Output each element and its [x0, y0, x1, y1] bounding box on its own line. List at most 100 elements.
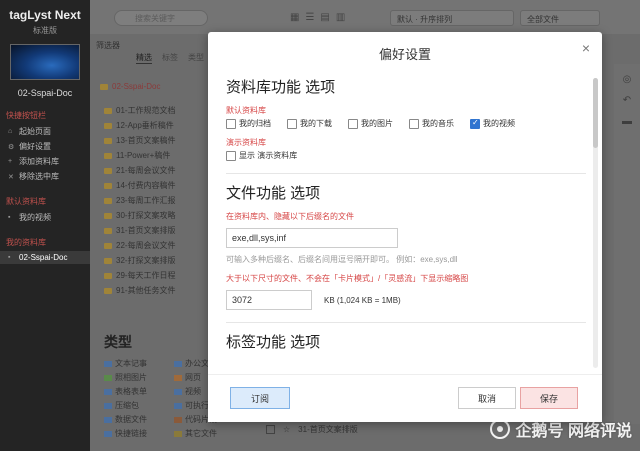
grid-view-icon[interactable]: ▦: [290, 12, 299, 23]
folder-root[interactable]: 02-Sspai-Doc: [100, 82, 204, 91]
subscribe-button[interactable]: 订阅: [230, 387, 290, 409]
type-item[interactable]: 数据文件: [104, 414, 174, 425]
default-library-options: 我的归档 我的下载 我的图片 我的音乐 我的视频: [226, 118, 596, 129]
data-file-icon: [104, 416, 112, 423]
cancel-button[interactable]: 取消: [458, 387, 516, 409]
search-input[interactable]: 搜索关键字: [114, 10, 208, 26]
folder-item[interactable]: 12-App垂析稿件: [100, 118, 204, 133]
home-icon: ⌂: [8, 128, 13, 135]
tab-tags[interactable]: 标签: [162, 52, 178, 64]
text-note-icon: [104, 360, 112, 367]
list-view-icon[interactable]: ☰: [305, 12, 314, 23]
checkbox-my-downloads[interactable]: 我的下载: [287, 118, 332, 129]
office-doc-icon: [174, 360, 182, 367]
checkbox-box[interactable]: [226, 118, 236, 129]
card-view-icon[interactable]: ▤: [320, 12, 329, 23]
app-sidebar: tagLyst Next 标准版 02-Sspai-Doc 快捷按钮栏 ⌂ 起始页…: [0, 0, 90, 451]
folder-item[interactable]: 31-首页文案排版: [100, 223, 204, 238]
sidebar-item-remove-library[interactable]: ✕ 移除选中库: [0, 169, 90, 184]
type-item[interactable]: 文本记事: [104, 358, 174, 369]
preferences-dialog: 偏好设置 × 资料库功能 选项 默认资料库 我的归档 我的下载 我的图片 我的音…: [208, 32, 602, 422]
type-item[interactable]: 照相图片: [104, 372, 174, 383]
file-section-heading: 文件功能 选项: [226, 185, 321, 202]
folder-item[interactable]: 01-工作规范文档: [100, 103, 204, 118]
save-button[interactable]: 保存: [520, 387, 578, 409]
thumbnail-size-row: 3072 KB (1,024 KB = 1MB): [226, 290, 596, 310]
library-thumbnail[interactable]: [10, 44, 80, 80]
tab-featured[interactable]: 精选: [136, 52, 152, 64]
scrollbar-thumb[interactable]: [593, 78, 598, 148]
type-item[interactable]: 快捷链接: [104, 428, 174, 439]
gear-icon: ⚙: [8, 143, 15, 151]
checkbox-box[interactable]: [226, 150, 236, 161]
filter-tabs: 精选 标签 类型: [136, 52, 204, 64]
close-icon[interactable]: ×: [582, 40, 590, 56]
checkbox-box[interactable]: [348, 118, 358, 129]
checkbox-box-checked[interactable]: [470, 118, 480, 129]
checkbox-my-archive[interactable]: 我的归档: [226, 118, 271, 129]
types-heading: 类型: [104, 334, 132, 350]
folder-item[interactable]: 21-每周会议文件: [100, 163, 204, 178]
sort-dropdown[interactable]: 默认 · 升序排列: [390, 10, 514, 26]
folder-icon: [104, 137, 112, 144]
folder-item[interactable]: 13-首页文案稿件: [100, 133, 204, 148]
filter-title: 筛选器: [96, 41, 120, 50]
view-mode-icons: ▦ ☰ ▤ ▥: [290, 12, 345, 23]
checkbox-show-demo-library[interactable]: 显示 演示资料库: [226, 150, 297, 161]
type-item[interactable]: 其它文件: [174, 428, 224, 439]
folder-icon: [100, 83, 108, 90]
sidebar-item-preferences[interactable]: ⚙ 偏好设置: [0, 139, 90, 154]
library-icon: ▪: [8, 254, 11, 261]
checkbox-box[interactable]: [287, 118, 297, 129]
flow-view-icon[interactable]: ▥: [336, 12, 345, 23]
library-section-heading: 资料库功能 选项: [226, 79, 336, 96]
folder-icon: [104, 167, 112, 174]
checkbox-my-pictures[interactable]: 我的图片: [348, 118, 393, 129]
folder-icon: [104, 242, 112, 249]
remove-icon: ✕: [8, 173, 14, 181]
folder-icon: [104, 272, 112, 279]
sidebar-item-add-library[interactable]: + 添加资料库: [0, 154, 90, 169]
thumbnail-size-input[interactable]: 3072: [226, 290, 312, 310]
folder-item[interactable]: 30-打探文案攻略: [100, 208, 204, 223]
folder-icon: [104, 227, 112, 234]
type-item[interactable]: 压缩包: [104, 400, 174, 411]
folder-icon[interactable]: ▬: [614, 116, 640, 127]
video-icon: [174, 388, 182, 395]
sidebar-item-sspai-doc[interactable]: ▪ 02-Sspai-Doc: [0, 251, 90, 264]
folder-item[interactable]: 32-打探文案排版: [100, 253, 204, 268]
sidebar-item-start-page[interactable]: ⌂ 起始页面: [0, 124, 90, 139]
top-toolbar: ⌕ 搜索关键字 ▦ ☰ ▤ ▥ 默认 · 升序排列 全部文件: [90, 0, 640, 34]
link-icon: [104, 430, 112, 437]
type-item[interactable]: 表格表单: [104, 386, 174, 397]
folder-item[interactable]: 91-其他任务文件: [100, 283, 204, 298]
row-checkbox[interactable]: [266, 425, 275, 434]
checkbox-my-videos[interactable]: 我的视频: [470, 118, 515, 129]
checkbox-my-music[interactable]: 我的音乐: [409, 118, 454, 129]
file-row[interactable]: ☆ 31-首页文案排版: [266, 424, 358, 435]
library-name[interactable]: 02-Sspai-Doc: [0, 88, 90, 98]
folder-icon: ▪: [8, 214, 11, 221]
undo-icon[interactable]: ↶: [614, 95, 640, 106]
folder-item[interactable]: 11-Power+稿件: [100, 148, 204, 163]
code-snippet-icon: [174, 416, 182, 423]
hide-extensions-label: 在资料库内、隐藏以下后缀名的文件: [226, 212, 354, 221]
sidebar-item-my-videos[interactable]: ▪ 我的视频: [0, 210, 90, 225]
default-library-title: 默认资料库: [6, 197, 46, 206]
dialog-body: 资料库功能 选项 默认资料库 我的归档 我的下载 我的图片 我的音乐 我的视频 …: [226, 72, 596, 374]
folder-item[interactable]: 23-每周工作汇报: [100, 193, 204, 208]
checkbox-box[interactable]: [409, 118, 419, 129]
tab-types[interactable]: 类型: [188, 52, 204, 64]
info-icon[interactable]: ◎: [614, 74, 640, 85]
dialog-scrollbar[interactable]: [593, 78, 598, 368]
folder-item[interactable]: 22-每周会议文件: [100, 238, 204, 253]
folder-item[interactable]: 14-付费内容稿件: [100, 178, 204, 193]
folder-item[interactable]: 29-每天工作日程: [100, 268, 204, 283]
right-toolstrip: ◎ ↶ ▬: [614, 64, 640, 424]
app-title: tagLyst Next: [9, 8, 81, 22]
hide-extensions-input[interactable]: exe,dll,sys,inf: [226, 228, 398, 248]
file-filter-dropdown[interactable]: 全部文件: [520, 10, 600, 26]
star-icon[interactable]: ☆: [283, 425, 290, 434]
folder-icon: [104, 197, 112, 204]
other-file-icon: [174, 430, 182, 437]
